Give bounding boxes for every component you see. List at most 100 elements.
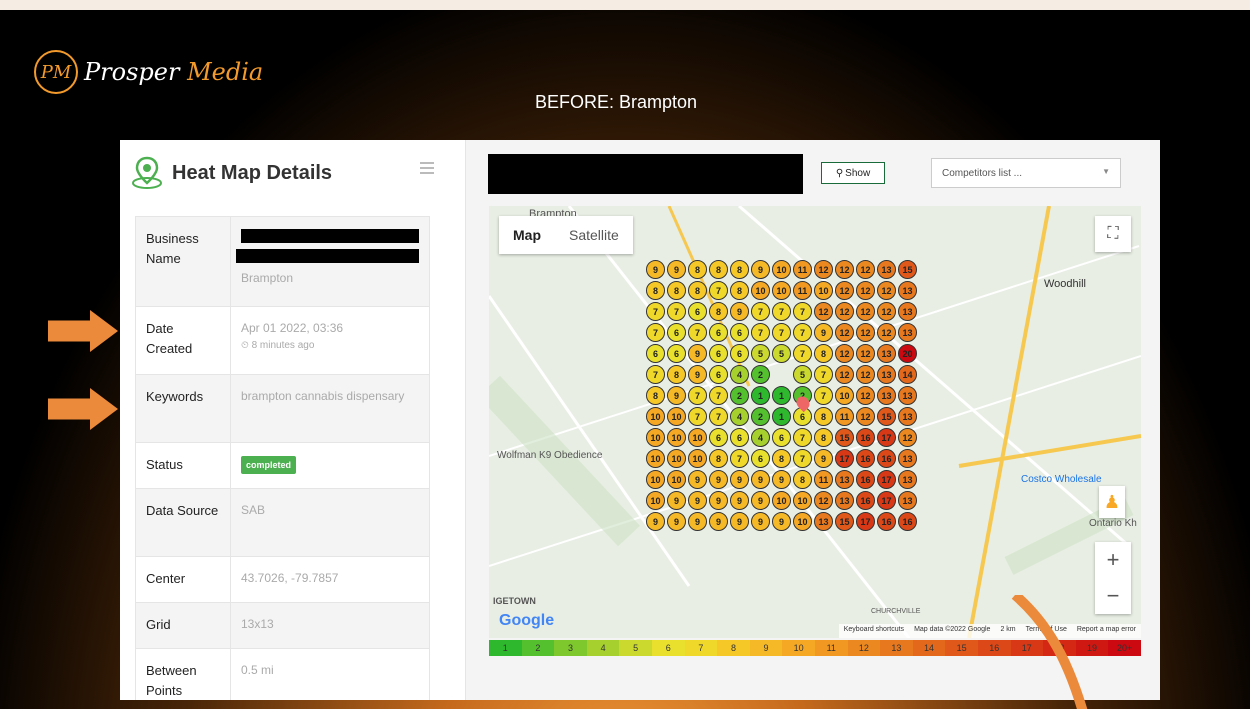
fullscreen-icon[interactable]: ⛶ (1095, 216, 1131, 252)
heatmap-point[interactable]: 13 (877, 365, 896, 384)
heatmap-point[interactable]: 6 (667, 344, 686, 363)
heatmap-point[interactable]: 6 (667, 323, 686, 342)
heatmap-point[interactable]: 16 (898, 512, 917, 531)
heatmap-point[interactable]: 9 (688, 470, 707, 489)
heatmap-point[interactable]: 7 (646, 323, 665, 342)
heatmap-point[interactable]: 12 (814, 260, 833, 279)
heatmap-point[interactable]: 10 (646, 428, 665, 447)
heatmap-point[interactable]: 7 (793, 323, 812, 342)
heatmap-point[interactable]: 7 (793, 449, 812, 468)
heatmap-point[interactable]: 9 (730, 302, 749, 321)
heatmap-point[interactable]: 7 (667, 302, 686, 321)
heatmap-point[interactable]: 9 (730, 470, 749, 489)
heatmap-point[interactable]: 10 (793, 491, 812, 510)
heatmap-point[interactable]: 1 (772, 407, 791, 426)
heatmap-point[interactable]: 12 (856, 386, 875, 405)
heatmap-point[interactable]: 10 (835, 386, 854, 405)
heatmap-point[interactable]: 7 (751, 302, 770, 321)
heatmap-point[interactable]: 12 (835, 260, 854, 279)
heatmap-point[interactable]: 9 (709, 470, 728, 489)
heatmap-point[interactable]: 8 (646, 386, 665, 405)
heatmap-point[interactable]: 7 (646, 302, 665, 321)
heatmap-point[interactable]: 10 (667, 470, 686, 489)
heatmap-point[interactable]: 7 (688, 386, 707, 405)
heatmap-point[interactable]: 7 (709, 386, 728, 405)
heatmap-point[interactable]: 6 (730, 323, 749, 342)
heatmap-point[interactable]: 9 (751, 512, 770, 531)
heatmap-point[interactable]: 7 (793, 344, 812, 363)
heatmap-point[interactable]: 13 (814, 512, 833, 531)
heatmap-point[interactable]: 9 (751, 491, 770, 510)
keyboard-shortcuts-link[interactable]: Keyboard shortcuts (844, 626, 904, 636)
heatmap-point[interactable]: 8 (688, 260, 707, 279)
heatmap-point[interactable]: 6 (730, 344, 749, 363)
heatmap-point[interactable]: 8 (814, 407, 833, 426)
heatmap-point[interactable]: 8 (730, 281, 749, 300)
heatmap-point[interactable]: 4 (751, 428, 770, 447)
heatmap-point[interactable]: 13 (877, 260, 896, 279)
heatmap-point[interactable]: 7 (646, 365, 665, 384)
heatmap-point[interactable]: 9 (772, 512, 791, 531)
heatmap-point[interactable]: 6 (709, 428, 728, 447)
map-type-map[interactable]: Map (499, 216, 555, 254)
heatmap-point[interactable]: 10 (646, 470, 665, 489)
heatmap-point[interactable]: 8 (709, 302, 728, 321)
heatmap-point[interactable]: 10 (646, 491, 665, 510)
heatmap-point[interactable]: 12 (835, 344, 854, 363)
zoom-out-button[interactable]: − (1095, 578, 1131, 614)
heatmap-point[interactable]: 5 (772, 344, 791, 363)
pegman-icon[interactable]: ♟ (1099, 486, 1125, 518)
heatmap-point[interactable]: 7 (772, 302, 791, 321)
heatmap-point[interactable]: 9 (688, 365, 707, 384)
heatmap-point[interactable]: 9 (646, 260, 665, 279)
heatmap-point[interactable]: 12 (814, 491, 833, 510)
heatmap-point[interactable]: 17 (877, 491, 896, 510)
heatmap-point[interactable]: 13 (835, 470, 854, 489)
heatmap-point[interactable]: 9 (814, 323, 833, 342)
heatmap-point[interactable]: 12 (877, 323, 896, 342)
competitors-select[interactable]: Competitors list ... ▼ (931, 158, 1121, 188)
heatmap-point[interactable]: 2 (730, 386, 749, 405)
heatmap-point[interactable]: 11 (814, 470, 833, 489)
heatmap-point[interactable]: 10 (772, 260, 791, 279)
heatmap-point[interactable]: 13 (877, 344, 896, 363)
heatmap-point[interactable]: 6 (709, 323, 728, 342)
zoom-in-button[interactable]: + (1095, 542, 1131, 578)
heatmap-point[interactable]: 13 (835, 491, 854, 510)
heatmap-point[interactable]: 15 (877, 407, 896, 426)
show-button[interactable]: ⚲ Show (821, 162, 885, 184)
heatmap-point[interactable]: 12 (856, 260, 875, 279)
heatmap-point[interactable]: 9 (772, 470, 791, 489)
heatmap-point[interactable]: 11 (793, 260, 812, 279)
heatmap-point[interactable]: 11 (835, 407, 854, 426)
heatmap-point[interactable]: 10 (688, 428, 707, 447)
map-type-satellite[interactable]: Satellite (555, 216, 633, 254)
menu-icon[interactable] (420, 162, 434, 177)
heatmap-point[interactable]: 10 (751, 281, 770, 300)
heatmap-point[interactable]: 13 (898, 323, 917, 342)
heatmap-point[interactable]: 16 (856, 428, 875, 447)
heatmap-point[interactable]: 9 (667, 386, 686, 405)
heatmap-point[interactable]: 5 (751, 344, 770, 363)
heatmap-point[interactable]: 13 (898, 281, 917, 300)
heatmap-point[interactable]: 13 (898, 491, 917, 510)
heatmap-point[interactable]: 9 (688, 344, 707, 363)
heatmap-point[interactable]: 9 (751, 260, 770, 279)
heatmap-point[interactable]: 16 (856, 470, 875, 489)
heatmap-point[interactable]: 9 (814, 449, 833, 468)
heatmap-point[interactable]: 6 (751, 449, 770, 468)
heatmap-point[interactable]: 7 (814, 365, 833, 384)
heatmap-point[interactable]: 8 (793, 470, 812, 489)
heatmap-point[interactable]: 9 (709, 512, 728, 531)
heatmap-point[interactable]: 10 (646, 449, 665, 468)
heatmap-point[interactable]: 8 (709, 260, 728, 279)
heatmap-point[interactable]: 17 (877, 470, 896, 489)
heatmap-point[interactable]: 14 (898, 365, 917, 384)
heatmap-point[interactable]: 2 (751, 407, 770, 426)
heatmap-point[interactable]: 10 (793, 512, 812, 531)
heatmap-point[interactable]: 8 (667, 281, 686, 300)
heatmap-point[interactable]: 7 (751, 323, 770, 342)
heatmap-point[interactable]: 10 (772, 281, 791, 300)
heatmap-point[interactable]: 8 (667, 365, 686, 384)
heatmap-point[interactable]: 12 (898, 428, 917, 447)
